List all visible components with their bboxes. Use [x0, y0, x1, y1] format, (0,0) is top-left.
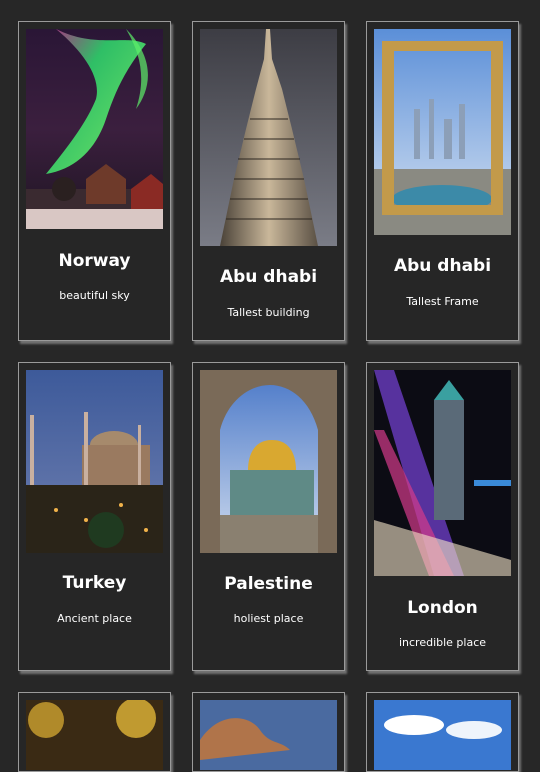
- golden-frame-image: [374, 29, 511, 235]
- card-title: Norway: [58, 251, 131, 271]
- card-subtitle: Tallest building: [227, 306, 310, 319]
- card-subtitle: beautiful sky: [59, 289, 130, 302]
- card-subtitle: incredible place: [398, 636, 487, 649]
- card-title: Palestine: [224, 574, 313, 594]
- gallery-card-palestine[interactable]: Palestine holiest place: [192, 362, 345, 671]
- card-subtitle: Ancient place: [57, 612, 132, 625]
- gallery-card-london[interactable]: London incredible place: [366, 362, 519, 671]
- gallery-card-turkey[interactable]: Turkey Ancient place: [18, 362, 171, 671]
- gallery-card-abu-dhabi-frame[interactable]: Abu dhabi Tallest Frame: [366, 21, 519, 341]
- tower-bridge-image: [374, 370, 511, 576]
- card-title: Abu dhabi: [219, 267, 318, 287]
- gallery-card-7[interactable]: [18, 692, 171, 772]
- golden-dome-image: [200, 370, 337, 553]
- card-title: London: [407, 598, 478, 618]
- desert-rock-image: [200, 700, 337, 770]
- mosque-night-image: [26, 370, 163, 553]
- northern-lights-image: [26, 29, 163, 229]
- card-title: Abu dhabi: [393, 256, 492, 276]
- gallery-card-9[interactable]: [366, 692, 519, 772]
- gallery-card-abu-dhabi-building[interactable]: Abu dhabi Tallest building: [192, 21, 345, 341]
- card-subtitle: Tallest Frame: [406, 295, 479, 308]
- blue-sky-image: [374, 700, 511, 770]
- card-subtitle: holiest place: [233, 612, 304, 625]
- gallery-card-norway[interactable]: Norway beautiful sky: [18, 21, 171, 341]
- gallery-card-8[interactable]: [192, 692, 345, 772]
- burj-khalifa-image: [200, 29, 337, 246]
- card-title: Turkey: [62, 573, 127, 593]
- golden-foliage-image: [26, 700, 163, 770]
